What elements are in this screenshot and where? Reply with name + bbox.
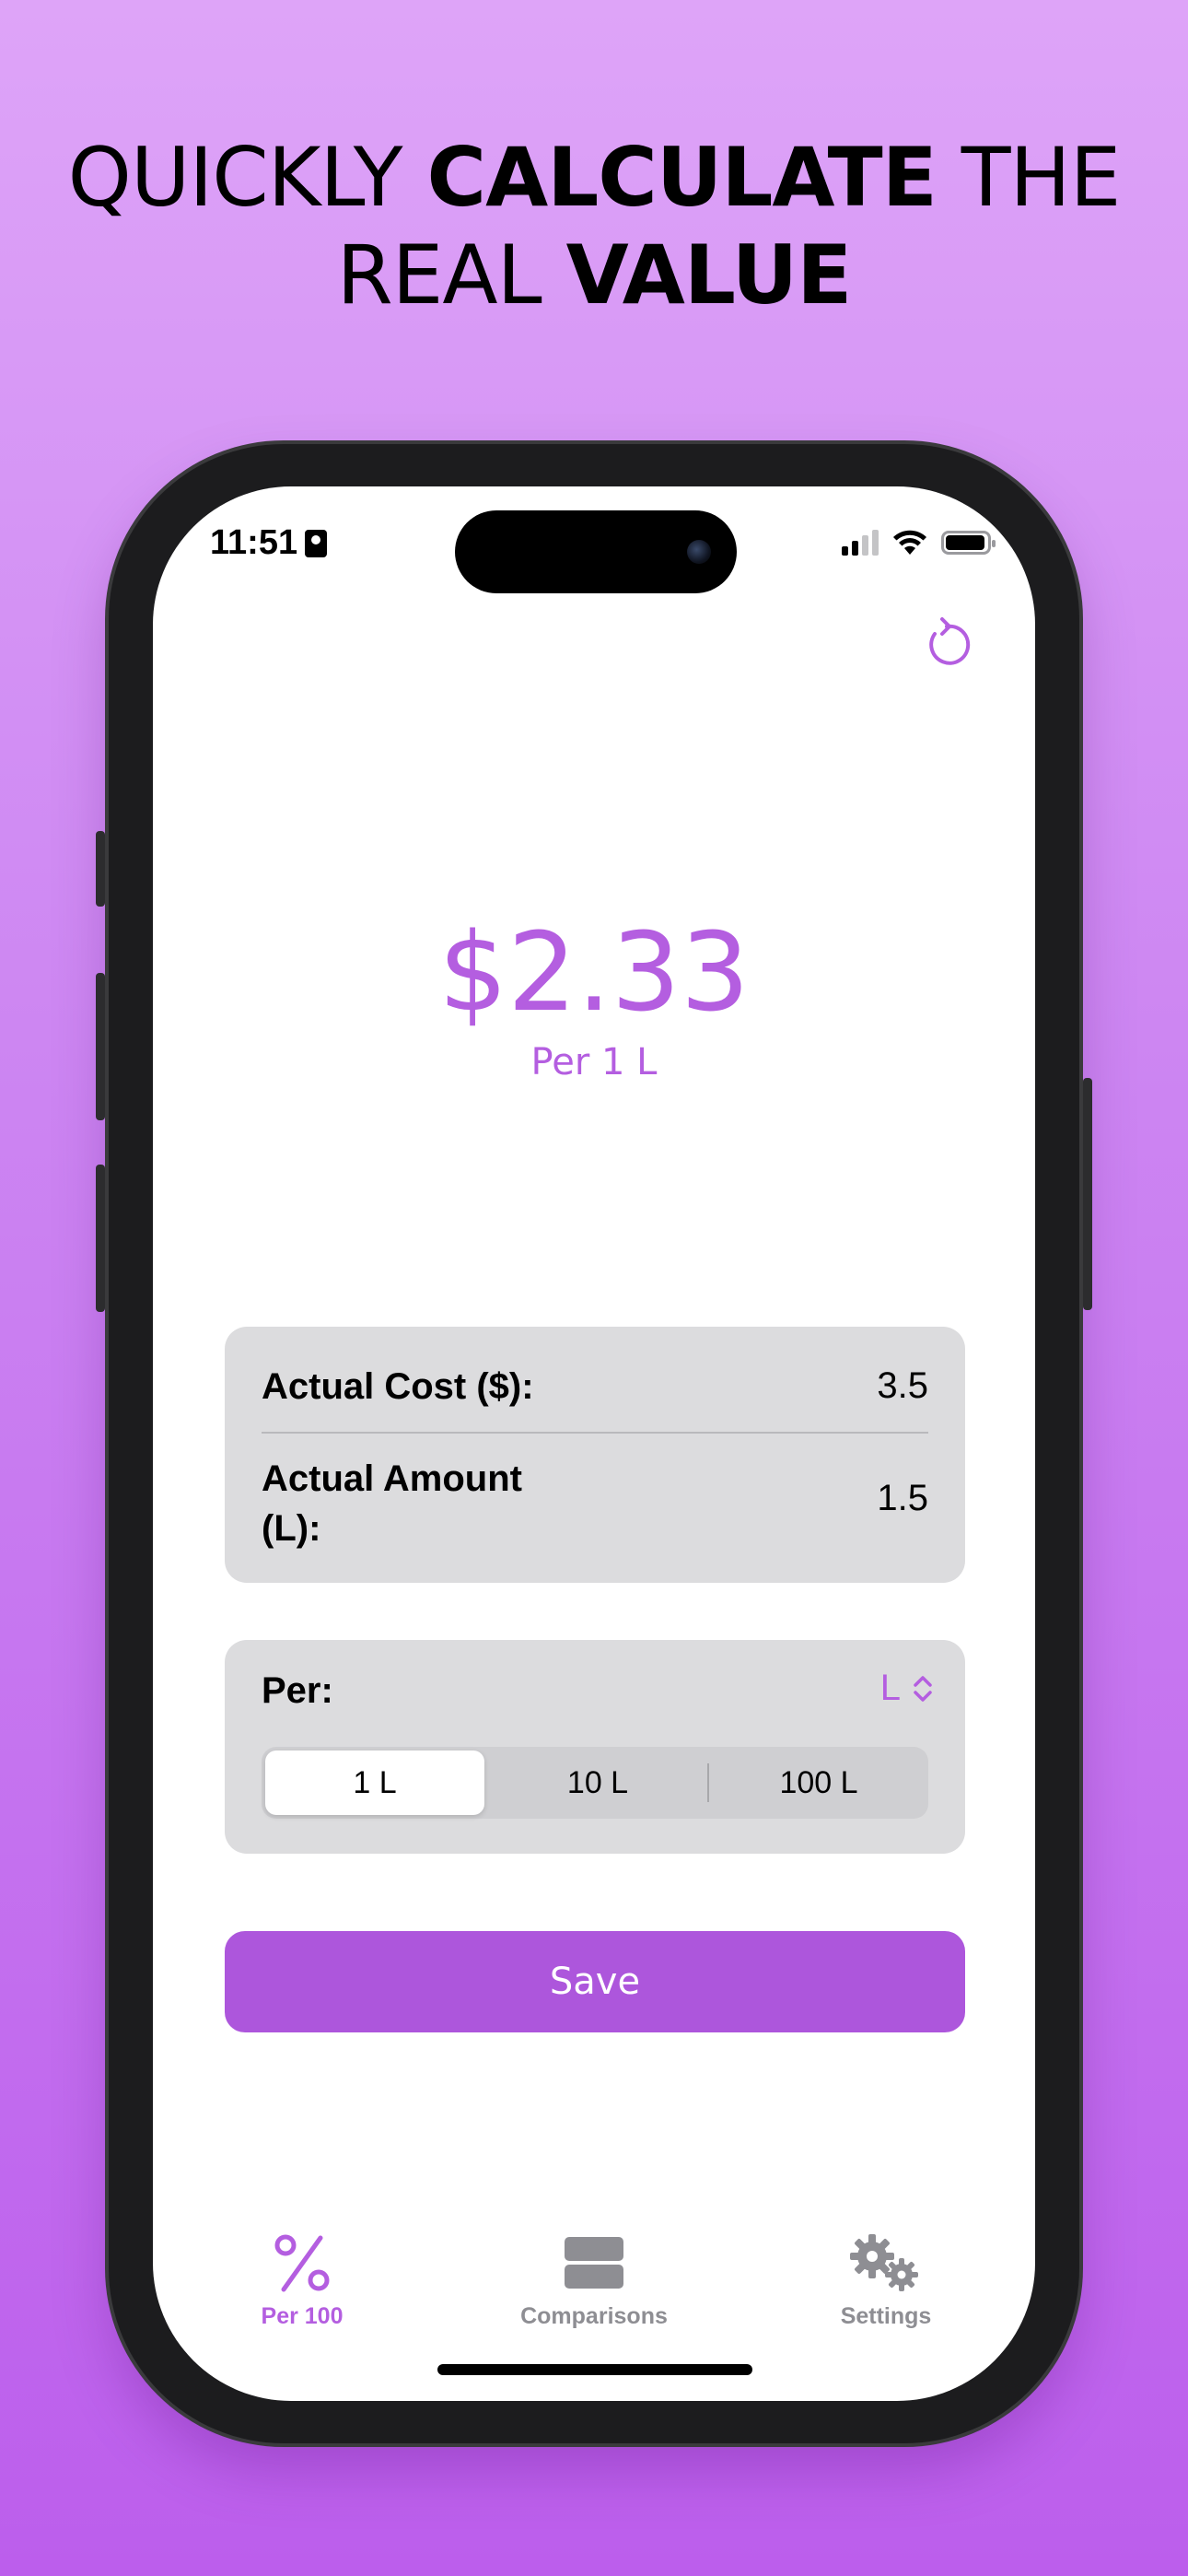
home-indicator[interactable] — [437, 2364, 752, 2375]
chevron-up-down-icon — [914, 1675, 932, 1702]
tab-label: Comparisons — [520, 2303, 668, 2329]
headline-bold-word: VALUE — [565, 228, 853, 322]
inputs-card: Actual Cost ($): 3.5 Actual Amount (L): … — [225, 1327, 965, 1583]
headline-line-1: QUICKLY CALCULATE THE — [0, 129, 1188, 227]
segment-100-l[interactable]: 100 L — [709, 1747, 928, 1819]
tab-label: Per 100 — [261, 2303, 344, 2329]
headline-bold-word: CALCULATE — [426, 130, 938, 225]
status-bar-indicators — [842, 529, 996, 556]
gears-icon — [757, 2228, 1015, 2298]
promo-headline: QUICKLY CALCULATE THE REAL VALUE — [0, 129, 1188, 324]
status-bar-time: 11:51 — [210, 523, 328, 563]
wifi-icon — [893, 530, 926, 555]
result-price: $2.33 — [438, 908, 750, 1036]
tab-bar: Per 100 Comparisons Settings — [153, 2228, 1035, 2338]
power-button — [1083, 1078, 1092, 1310]
headline-word: REAL — [336, 228, 566, 322]
amount-label: Actual Amount (L): — [262, 1454, 522, 1553]
cellular-signal-icon — [842, 530, 879, 556]
percent-icon — [173, 2228, 431, 2298]
stack-icon — [465, 2228, 723, 2298]
segment-10-l[interactable]: 10 L — [488, 1747, 707, 1819]
reset-icon[interactable] — [919, 615, 974, 671]
tab-label: Settings — [840, 2303, 932, 2329]
amount-label-line-2: (L): — [262, 1508, 321, 1549]
headline-line-2: REAL VALUE — [0, 227, 1188, 324]
tab-settings[interactable]: Settings — [757, 2228, 1015, 2330]
app-screen: 11:51 $2.33 Per 1 L Actual Cost ($): 3.5… — [153, 486, 1035, 2401]
save-button[interactable]: Save — [225, 1931, 965, 2032]
dynamic-island — [455, 510, 737, 593]
amount-input[interactable]: 1.5 — [877, 1478, 928, 1519]
tab-comparisons[interactable]: Comparisons — [465, 2228, 723, 2330]
headline-word: THE — [936, 130, 1122, 225]
result-per-label: Per 1 L — [530, 1041, 658, 1083]
cost-label: Actual Cost ($): — [262, 1366, 534, 1407]
focus-id-icon — [305, 529, 328, 557]
per-amount-segmented-control: 1 L 10 L 100 L — [262, 1747, 928, 1819]
volume-down-button — [96, 1165, 105, 1312]
phone-frame: 11:51 $2.33 Per 1 L Actual Cost ($): 3.5… — [96, 444, 1092, 2443]
mute-switch — [96, 831, 105, 907]
cost-input[interactable]: 3.5 — [877, 1365, 928, 1407]
per-card: Per: L 1 L 10 L 100 L — [225, 1640, 965, 1854]
segment-1-l[interactable]: 1 L — [265, 1751, 484, 1815]
battery-icon — [941, 531, 996, 555]
amount-label-line-1: Actual Amount — [262, 1458, 522, 1499]
time-text: 11:51 — [210, 523, 298, 562]
unit-picker-value: L — [879, 1668, 901, 1708]
divider — [262, 1432, 928, 1434]
headline-word: QUICKLY — [67, 130, 427, 225]
tab-per-100[interactable]: Per 100 — [173, 2228, 431, 2330]
volume-up-button — [96, 973, 105, 1120]
per-label: Per: — [262, 1670, 333, 1711]
camera-icon — [687, 540, 711, 564]
unit-picker[interactable]: L — [880, 1668, 934, 1709]
